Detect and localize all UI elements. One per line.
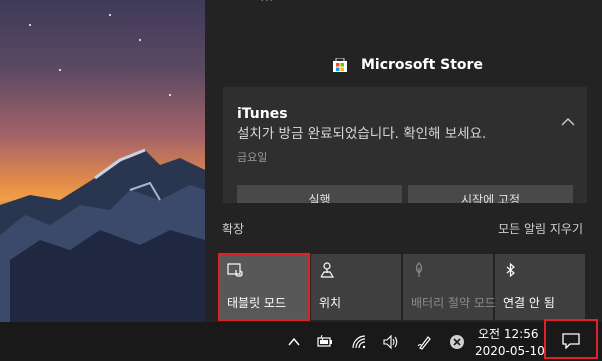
quick-action-label: 연결 안 됨 (503, 296, 555, 310)
app-group-name: Microsoft Store (361, 57, 483, 73)
close-circle-icon[interactable] (449, 334, 465, 350)
notification-time: 금요일 (237, 151, 268, 164)
notification-card[interactable]: iTunes 설치가 방금 완료되었습니다. 확인해 보세요. 금요일 실행 시… (223, 87, 587, 203)
notification-group-header[interactable]: Microsoft Store (333, 54, 483, 76)
action-center-button[interactable] (544, 319, 598, 359)
chevron-up-icon[interactable] (561, 117, 575, 127)
pen-icon[interactable] (417, 334, 433, 350)
bluetooth-icon (506, 262, 515, 278)
clear-all-notifications-link[interactable]: 모든 알림 지우기 (498, 220, 583, 237)
clock-date[interactable]: 2020-05-10 (475, 344, 545, 358)
action-center-icon (562, 333, 580, 349)
launch-button[interactable]: 실행 (237, 185, 402, 203)
clipped-text: ⋯ (260, 0, 274, 8)
notification-body: 설치가 방금 완료되었습니다. 확인해 보세요. (237, 126, 487, 142)
volume-icon[interactable] (383, 334, 399, 350)
mountain-image (0, 14, 205, 322)
taskbar: 오전 12:56 2020-05-10 (0, 322, 602, 361)
quick-action-label: 태블릿 모드 (227, 296, 287, 310)
quick-action-location[interactable]: 위치 (311, 254, 401, 320)
quick-action-label: 배터리 절약 모드 (411, 296, 496, 310)
quick-action-label: 위치 (319, 296, 342, 310)
expand-link[interactable]: 확장 (222, 220, 244, 237)
pin-to-start-button[interactable]: 시작에 고정 (408, 185, 573, 203)
microsoft-store-icon (333, 58, 347, 72)
quick-action-tablet-mode[interactable]: 태블릿 모드 (218, 253, 310, 321)
quick-action-bluetooth[interactable]: 연결 안 됨 (495, 254, 585, 320)
chevron-up-icon[interactable] (286, 334, 302, 350)
wifi-icon[interactable] (351, 334, 367, 350)
clock-time[interactable]: 오전 12:56 (478, 325, 538, 342)
notification-title: iTunes (237, 106, 288, 122)
tablet-mode-icon (227, 263, 243, 277)
battery-icon[interactable] (317, 334, 333, 350)
action-center-panel: ⋯ Microsoft Store iTunes 설치가 방금 완료되었습니다.… (205, 0, 602, 322)
quick-action-battery-saver[interactable]: 배터리 절약 모드 (403, 254, 496, 320)
desktop-wallpaper (0, 0, 205, 322)
location-icon (320, 262, 335, 278)
battery-saver-icon (415, 262, 423, 277)
